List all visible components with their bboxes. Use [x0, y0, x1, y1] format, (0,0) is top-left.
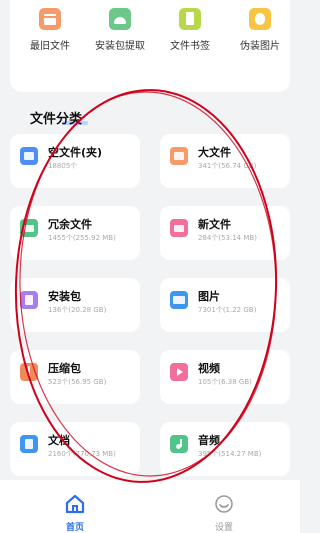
category-detail: 105个(6.38 GB)	[198, 378, 252, 386]
category-name: 冗余文件	[48, 218, 92, 231]
category-redundant-files[interactable]: 冗余文件 1455个(255.92 MB)	[10, 206, 140, 260]
new-file-icon	[170, 219, 188, 237]
category-name: 新文件	[198, 218, 231, 231]
category-empty-folders[interactable]: 空文件(夹) 18805个	[10, 134, 140, 188]
category-archives[interactable]: 压缩包 523个(56.95 GB)	[10, 350, 140, 404]
category-detail: 523个(56.95 GB)	[48, 378, 107, 386]
category-name: 大文件	[198, 146, 231, 159]
nav-home-label: 首页	[65, 523, 84, 533]
category-images[interactable]: 图片 7301个(1.22 GB)	[160, 278, 290, 332]
audio-icon	[170, 435, 188, 453]
empty-folder-icon	[20, 147, 38, 165]
category-large-files[interactable]: 大文件 341个(56.74 GB)	[160, 134, 290, 188]
category-detail: 395个(514.27 MB)	[198, 450, 262, 458]
category-videos[interactable]: 视频 105个(6.38 GB)	[160, 350, 290, 404]
smiley-settings-icon	[215, 495, 233, 513]
nav-settings[interactable]: 设置	[194, 494, 254, 533]
category-detail: 284个(53.14 MB)	[198, 234, 257, 242]
category-name: 图片	[198, 290, 220, 303]
zip-icon	[20, 363, 38, 381]
category-detail: 18805个	[48, 162, 78, 170]
bookmark-icon	[179, 8, 201, 30]
nav-settings-label: 设置	[214, 523, 233, 533]
home-icon	[65, 494, 85, 514]
category-detail: 341个(56.74 GB)	[198, 162, 257, 170]
bottom-nav: 首页 设置	[0, 480, 300, 533]
package-icon	[20, 291, 38, 309]
file-bookmarks-button[interactable]: 文件书签	[155, 8, 225, 52]
category-detail: 1455个(255.92 MB)	[48, 234, 116, 242]
category-name: 音频	[198, 434, 220, 447]
category-documents[interactable]: 文档 2160个(770.73 MB)	[10, 422, 140, 476]
large-file-icon	[170, 147, 188, 165]
file-bookmarks-label: 文件书签	[170, 41, 210, 52]
redundant-file-icon	[20, 219, 38, 237]
disguise-image-icon	[249, 8, 271, 30]
apk-extract-button[interactable]: 安装包提取	[85, 8, 155, 52]
document-icon	[20, 435, 38, 453]
category-name: 压缩包	[48, 362, 81, 375]
category-name: 安装包	[48, 290, 81, 303]
android-icon	[109, 8, 131, 30]
category-new-files[interactable]: 新文件 284个(53.14 MB)	[160, 206, 290, 260]
category-detail: 2160个(770.73 MB)	[48, 450, 116, 458]
image-icon	[170, 291, 188, 309]
disguise-image-label: 伪装图片	[240, 41, 280, 52]
oldest-files-label: 最旧文件	[30, 41, 70, 52]
archive-box-icon	[39, 8, 61, 30]
category-detail: 7301个(1.22 GB)	[198, 306, 257, 314]
oldest-files-button[interactable]: 最旧文件	[15, 8, 85, 52]
category-detail: 136个(20.28 GB)	[48, 306, 107, 314]
section-title: 文件分类	[30, 112, 83, 127]
nav-home[interactable]: 首页	[45, 494, 105, 533]
category-audio[interactable]: 音频 395个(514.27 MB)	[160, 422, 290, 476]
category-packages[interactable]: 安装包 136个(20.28 GB)	[10, 278, 140, 332]
tools-card: 最旧文件 安装包提取 文件书签 伪装图片	[10, 0, 290, 92]
category-name: 视频	[198, 362, 220, 375]
video-icon	[170, 363, 188, 381]
category-name: 文档	[48, 434, 70, 447]
disguise-image-button[interactable]: 伪装图片	[225, 8, 295, 52]
apk-extract-label: 安装包提取	[95, 41, 145, 52]
category-name: 空文件(夹)	[48, 146, 103, 159]
